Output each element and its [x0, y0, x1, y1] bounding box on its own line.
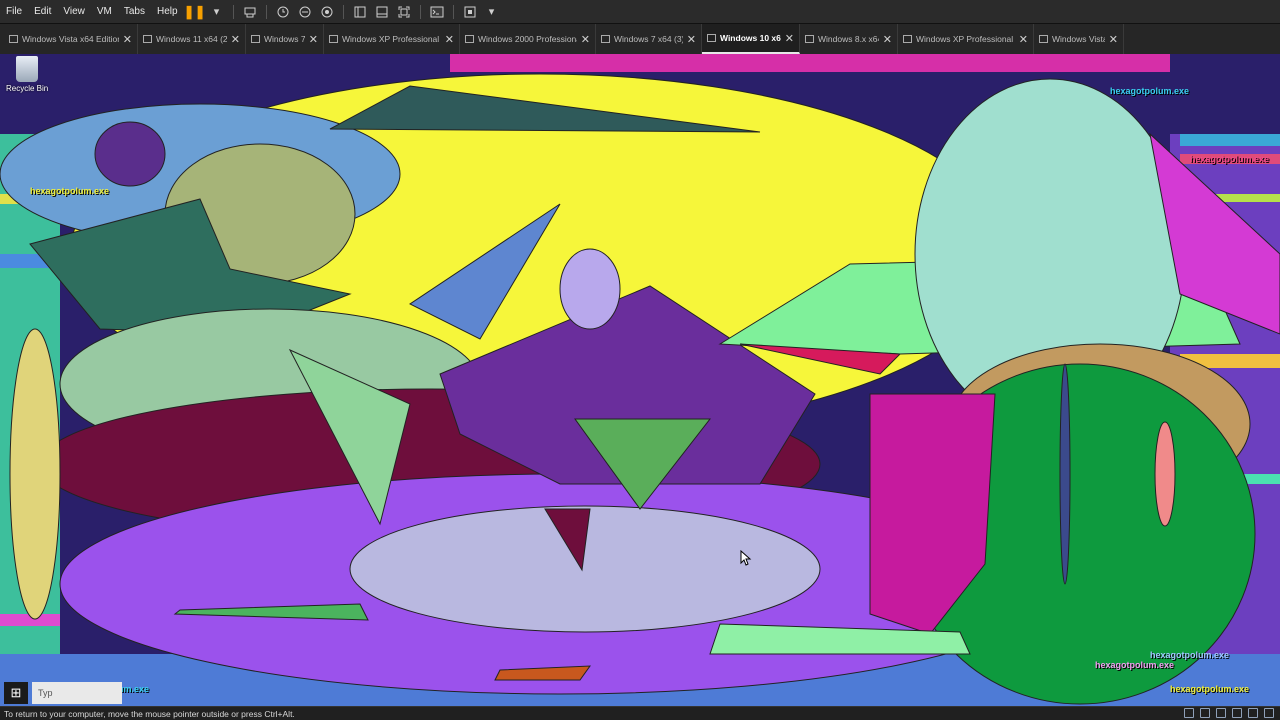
vm-icon: [1039, 35, 1048, 43]
glitch-text: hexagotpolum.exe: [1110, 86, 1190, 96]
vm-icon: [805, 35, 814, 43]
menu-view[interactable]: View: [57, 6, 91, 17]
vm-tab-bar: Windows Vista x64 Edition ✕ Windows 11 x…: [0, 24, 1280, 54]
vm-icon: [143, 35, 152, 43]
tab-label: Windows XP Professional x64 ...: [916, 34, 1015, 44]
menu-file[interactable]: File: [0, 6, 28, 17]
tab-windows-xp-pro-x64[interactable]: Windows XP Professional x64 ... ✕: [324, 24, 460, 54]
vm-icon: [903, 35, 912, 43]
start-button[interactable]: ⊞: [4, 682, 28, 704]
chevron-down-icon[interactable]: ▾: [483, 3, 501, 21]
tab-windows-7[interactable]: Windows 7 ✕: [246, 24, 324, 54]
fullscreen-icon[interactable]: [395, 3, 413, 21]
tab-windows-8x-x64[interactable]: Windows 8.x x64 ✕: [800, 24, 898, 54]
vm-icon: [9, 35, 18, 43]
console-view-icon[interactable]: [428, 3, 446, 21]
toolbar-divider: [265, 4, 267, 19]
vm-icon: [251, 35, 260, 43]
close-icon[interactable]: ✕: [687, 33, 696, 46]
tab-windows-11-x64-2[interactable]: Windows 11 x64 (2) ✕: [138, 24, 246, 54]
message-log-icon[interactable]: [1264, 708, 1274, 718]
tab-label: Windows 10 x64: [720, 33, 781, 43]
glitch-shapes-canvas: [0, 54, 1280, 706]
glitch-text: hexagotpolum.exe: [1150, 650, 1230, 660]
vm-icon: [329, 35, 338, 43]
thumbnail-bar-icon[interactable]: [373, 3, 391, 21]
menu-help[interactable]: Help: [151, 6, 184, 17]
toolbar-divider: [419, 4, 421, 19]
tab-windows-xp-pro-x64-2[interactable]: Windows XP Professional x64 ... ✕: [898, 24, 1034, 54]
device-icons: [1178, 708, 1274, 718]
close-icon[interactable]: ✕: [445, 33, 454, 46]
tab-label: Windows Vista x64 Edition: [22, 34, 119, 44]
toolbar-divider: [232, 4, 234, 19]
send-keys-icon[interactable]: [241, 3, 259, 21]
close-icon[interactable]: ✕: [309, 33, 318, 46]
recycle-bin[interactable]: Recycle Bin: [6, 56, 48, 93]
pause-button[interactable]: ❚❚: [184, 3, 206, 21]
menu-vm[interactable]: VM: [91, 6, 118, 17]
vm-guest-display[interactable]: Recycle Bin hexagotpolum.exe hexagotpolu…: [0, 54, 1280, 706]
close-icon[interactable]: ✕: [231, 33, 240, 46]
stretch-guest-icon[interactable]: [461, 3, 479, 21]
close-icon[interactable]: ✕: [883, 33, 892, 46]
sidebar-toggle-icon[interactable]: [351, 3, 369, 21]
hard-disk-icon[interactable]: [1184, 708, 1194, 718]
vm-icon: [601, 35, 610, 43]
tab-windows-vista[interactable]: Windows Vista ✕: [1034, 24, 1124, 54]
close-icon[interactable]: ✕: [1109, 33, 1118, 46]
menu-edit[interactable]: Edit: [28, 6, 57, 17]
tab-label: Windows 8.x x64: [818, 34, 879, 44]
status-message: To return to your computer, move the mou…: [4, 708, 295, 719]
glitch-text: hexagotpolum.exe: [30, 186, 110, 196]
tab-label: Windows Vista: [1052, 34, 1105, 44]
menu-tabs[interactable]: Tabs: [118, 6, 151, 17]
close-icon[interactable]: ✕: [1019, 33, 1028, 46]
toolbar-divider: [452, 4, 454, 19]
vm-icon: [707, 34, 716, 42]
tab-label: Windows 7 x64 (3): [614, 34, 683, 44]
close-icon[interactable]: ✕: [785, 32, 794, 45]
status-bar: To return to your computer, move the mou…: [0, 706, 1280, 720]
vm-icon: [465, 35, 474, 43]
tab-label: Windows 7: [264, 34, 305, 44]
close-icon[interactable]: ✕: [581, 33, 590, 46]
taskbar-search-box[interactable]: Typ: [32, 682, 122, 704]
toolbar-divider: [342, 4, 344, 19]
recycle-bin-label: Recycle Bin: [6, 84, 49, 93]
close-icon[interactable]: ✕: [123, 33, 132, 46]
tab-windows-2000-pro[interactable]: Windows 2000 Professional ✕: [460, 24, 596, 54]
tab-windows-7-x64-3[interactable]: Windows 7 x64 (3) ✕: [596, 24, 702, 54]
snapshot-icon[interactable]: [274, 3, 292, 21]
guest-taskbar: ⊞ Typ: [0, 676, 1280, 706]
menu-bar: File Edit View VM Tabs Help ❚❚ ▾ ▾: [0, 0, 1280, 24]
glitch-text: hexagotpolum.exe: [1190, 154, 1270, 164]
glitch-text: hexagotpolum.exe: [1095, 660, 1175, 670]
network-icon[interactable]: [1200, 708, 1210, 718]
tab-windows-vista-x64[interactable]: Windows Vista x64 Edition ✕: [4, 24, 138, 54]
tab-label: Windows 2000 Professional: [478, 34, 577, 44]
tab-label: Windows 11 x64 (2): [156, 34, 227, 44]
snapshot-manager-icon[interactable]: [318, 3, 336, 21]
usb-icon[interactable]: [1216, 708, 1226, 718]
sound-icon[interactable]: [1232, 708, 1242, 718]
mouse-pointer-icon: [740, 550, 752, 566]
recycle-bin-icon: [16, 56, 38, 82]
display-icon[interactable]: [1248, 708, 1258, 718]
revert-snapshot-icon[interactable]: [296, 3, 314, 21]
tab-windows-10-x64[interactable]: Windows 10 x64 ✕: [702, 24, 800, 54]
tab-label: Windows XP Professional x64 ...: [342, 34, 441, 44]
chevron-down-icon[interactable]: ▾: [208, 3, 226, 21]
